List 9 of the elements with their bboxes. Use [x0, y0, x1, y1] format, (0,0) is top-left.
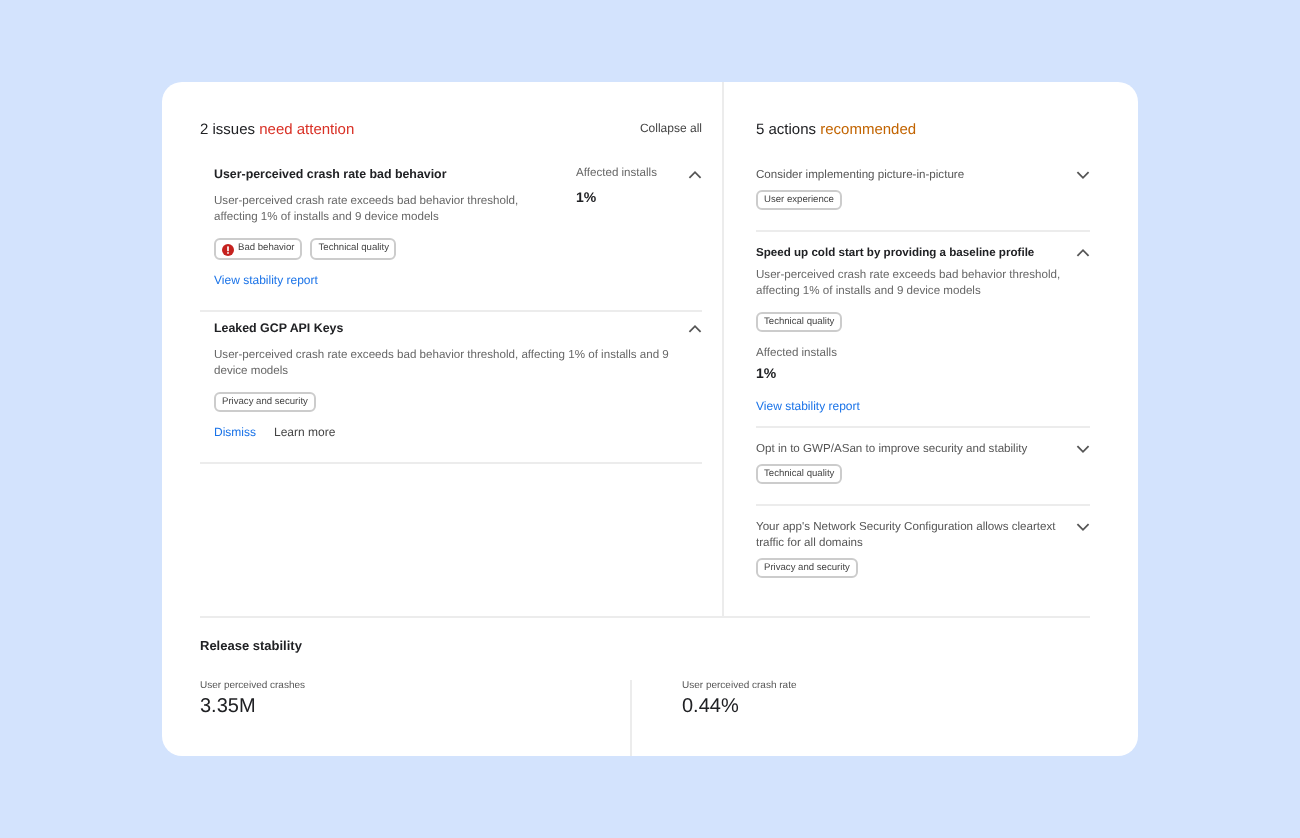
chevron-down-icon[interactable]: [1076, 444, 1090, 454]
error-icon: [222, 243, 234, 255]
stat-value: 0.44%: [682, 696, 741, 718]
chevron-up-icon[interactable]: [688, 170, 702, 180]
stat-value: 3.35M: [200, 696, 258, 718]
chevron-up-icon[interactable]: [1076, 248, 1090, 258]
chevron-down-icon[interactable]: [1076, 170, 1090, 180]
chevron-down-icon[interactable]: [1076, 522, 1090, 532]
chevron-up-icon[interactable]: [688, 324, 702, 334]
